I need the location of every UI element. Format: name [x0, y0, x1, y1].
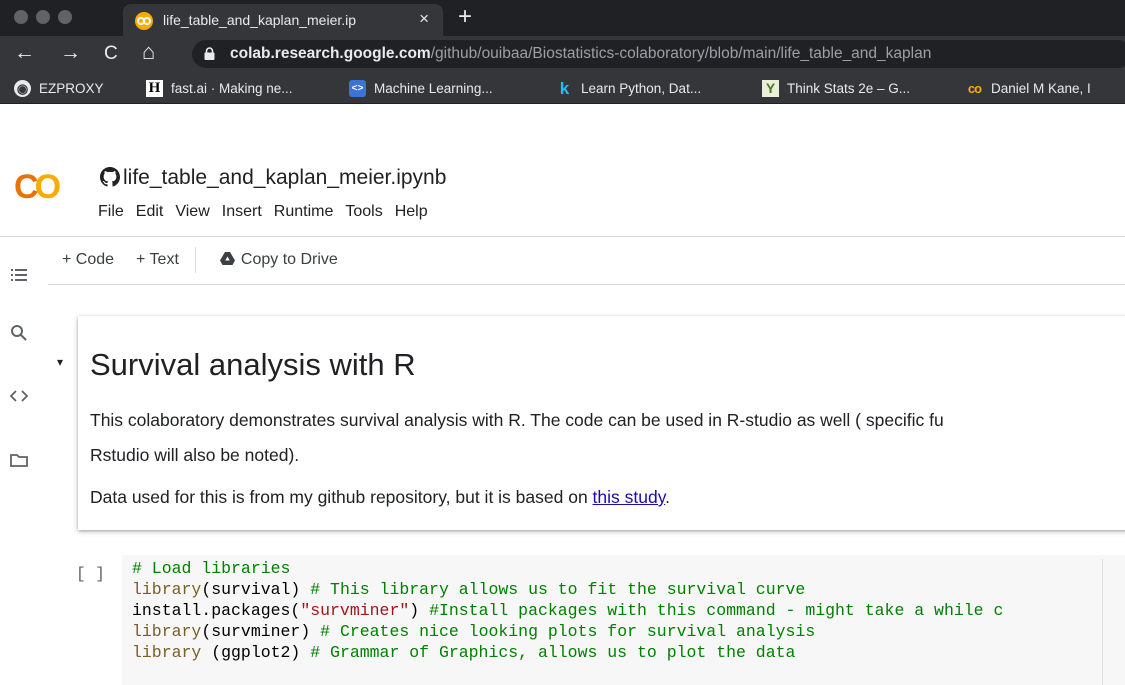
intro-paragraph-line1: This colaboratory demonstrates survival …: [90, 410, 944, 430]
url-path: /github/ouibaa/Biostatistics-colaborator…: [430, 45, 932, 62]
logo-letter-o: O: [34, 168, 62, 206]
bookmark-machine-learning[interactable]: <> Machine Learning...: [349, 79, 493, 97]
code-line: library (ggplot2) # Grammar of Graphics,…: [132, 643, 795, 662]
code-cell[interactable]: [ ] # Load libraries library(survival) #…: [62, 547, 1125, 685]
bookmark-learn-python[interactable]: k Learn Python, Dat...: [556, 79, 701, 97]
home-button[interactable]: ⌂: [142, 41, 155, 63]
new-tab-button[interactable]: +: [458, 5, 472, 29]
toolbar-divider: [194, 247, 196, 273]
code-token: library: [132, 622, 202, 641]
menu-tools[interactable]: Tools: [339, 203, 388, 221]
hn-icon: H: [146, 79, 163, 97]
bookmark-daniel-kane[interactable]: co Daniel M Kane, I: [966, 79, 1091, 97]
notebook-title[interactable]: life_table_and_kaplan_meier.ipynb: [100, 166, 446, 190]
code-token: library: [132, 580, 202, 599]
bookmark-label: Daniel M Kane, I: [991, 80, 1091, 96]
code-snippets-icon[interactable]: [9, 386, 29, 406]
toolbar-bottom-divider: [48, 284, 1125, 285]
back-button[interactable]: ←: [14, 42, 35, 63]
lock-icon: [204, 47, 215, 60]
bookmarks-bar: ◉ EZPROXY H fast.ai · Making ne... <> Ma…: [0, 72, 1125, 104]
collapse-section-icon[interactable]: ▾: [57, 355, 63, 369]
code-token: (ggplot2): [201, 643, 311, 662]
url-text: colab.research.google.com/github/ouibaa/…: [230, 45, 931, 63]
k-icon: k: [559, 78, 570, 98]
notebook-title-text: life_table_and_kaplan_meier.ipynb: [123, 166, 447, 189]
bookmark-label: Learn Python, Dat...: [581, 80, 702, 96]
data-source-text: Data used for this is from my github rep…: [90, 487, 593, 507]
add-code-button[interactable]: + Code: [62, 251, 114, 269]
add-text-button[interactable]: + Text: [136, 251, 179, 269]
bookmark-fastai[interactable]: H fast.ai · Making ne...: [146, 79, 293, 97]
globe-icon: ◉: [14, 79, 31, 97]
code-line: library(survival) # This library allows …: [132, 580, 805, 599]
code-ruler-line: [1102, 559, 1103, 685]
code-line: library(survminer) # Creates nice lookin…: [132, 622, 815, 641]
header-divider: [0, 236, 1125, 237]
bookmark-label: Think Stats 2e – G...: [787, 80, 911, 96]
code-token: # Creates nice looking plots for surviva…: [320, 622, 816, 641]
menu-runtime[interactable]: Runtime: [268, 203, 340, 221]
data-source-period: .: [665, 487, 671, 507]
code-line: # Load libraries: [132, 559, 290, 578]
url-host: colab.research.google.com: [230, 45, 431, 62]
code-token: ): [409, 601, 430, 620]
code-token: install.packages(: [132, 601, 301, 620]
github-icon: [100, 167, 120, 187]
run-cell-button[interactable]: [ ]: [76, 565, 105, 583]
drive-icon: [219, 252, 235, 265]
forward-button[interactable]: →: [60, 42, 81, 63]
browser-tab-strip: life_table_and_kaplan_meier.ip × +: [0, 0, 1125, 36]
tab-close-icon[interactable]: ×: [419, 10, 429, 27]
data-source-paragraph: Data used for this is from my github rep…: [90, 487, 670, 508]
browser-toolbar: ← → C ⌂ colab.research.google.com/github…: [0, 36, 1125, 72]
code-token: "survminer": [300, 601, 410, 620]
code-token: (survival): [201, 580, 311, 599]
search-icon[interactable]: [9, 323, 29, 343]
menu-insert[interactable]: Insert: [216, 203, 268, 221]
browser-tab-active[interactable]: life_table_and_kaplan_meier.ip ×: [123, 4, 443, 36]
code-line: install.packages("survminer") #Install p…: [132, 601, 1003, 620]
copy-to-drive-label: Copy to Drive: [240, 251, 338, 268]
menu-view[interactable]: View: [169, 203, 215, 221]
code-token: # This library allows us to fit the surv…: [310, 580, 806, 599]
colab-icon: co: [967, 80, 982, 96]
this-study-link[interactable]: this study: [593, 487, 666, 507]
code-token: #Install packages with this command - mi…: [429, 601, 1004, 620]
code-token: (survminer): [201, 622, 321, 641]
window-close-dot[interactable]: [14, 10, 28, 24]
menu-bar: File Edit View Insert Runtime Tools Help: [92, 203, 434, 221]
bookmark-ezproxy[interactable]: ◉ EZPROXY: [14, 79, 104, 97]
copy-to-drive-button[interactable]: Copy to Drive: [219, 251, 338, 269]
colab-icon: [135, 12, 153, 30]
logo-letter-c: C: [14, 168, 38, 206]
notebook-toolbar: + Code + Text Copy to Drive: [62, 247, 360, 273]
code-editor[interactable]: # Load libraries library(survival) # Thi…: [122, 555, 1125, 685]
code-token: # Load libraries: [132, 559, 291, 578]
address-bar[interactable]: colab.research.google.com/github/ouibaa/…: [192, 40, 1125, 68]
plant-icon: Y: [762, 79, 779, 97]
bookmark-label: EZPROXY: [39, 80, 104, 96]
reload-button[interactable]: C: [104, 44, 118, 63]
folder-icon[interactable]: [9, 450, 29, 470]
toc-icon[interactable]: [9, 265, 29, 285]
code-badge-icon: <>: [349, 79, 366, 97]
menu-help[interactable]: Help: [389, 203, 434, 221]
section-heading: Survival analysis with R: [90, 347, 416, 382]
bookmark-label: fast.ai · Making ne...: [171, 80, 293, 96]
window-minimize-dot[interactable]: [36, 10, 50, 24]
code-token: library: [132, 643, 202, 662]
bookmark-think-stats[interactable]: Y Think Stats 2e – G...: [762, 79, 910, 97]
code-token: # Grammar of Graphics, allows us to plot…: [310, 643, 796, 662]
menu-file[interactable]: File: [92, 203, 130, 221]
intro-paragraph-line2: Rstudio will also be noted).: [90, 445, 300, 465]
tab-title: life_table_and_kaplan_meier.ip: [163, 12, 357, 28]
bookmark-label: Machine Learning...: [374, 80, 493, 96]
window-zoom-dot[interactable]: [58, 10, 72, 24]
left-sidebar-rail: [0, 237, 48, 685]
menu-edit[interactable]: Edit: [130, 203, 170, 221]
colab-logo[interactable]: CO: [14, 168, 62, 207]
